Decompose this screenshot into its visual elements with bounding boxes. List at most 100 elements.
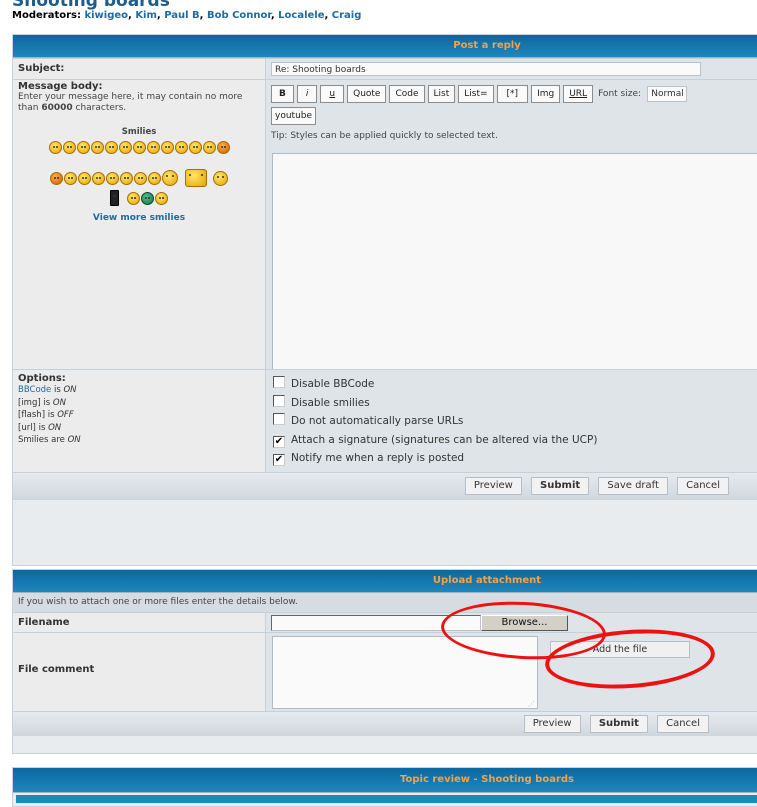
topic-review-title: Topic review - Shooting boards	[400, 774, 574, 785]
moderator-link[interactable]: Kim	[135, 10, 157, 21]
option-state: ON	[67, 435, 81, 445]
checkbox[interactable]: ✔	[273, 435, 285, 448]
checkbox-label[interactable]: Notify me when a reply is posted	[291, 452, 464, 464]
bbcode-toolbar: Bi u Quote Code List List= [*] Img URL Font size:…	[271, 85, 757, 103]
add-file-button[interactable]: Add the file	[550, 641, 690, 658]
checkbox[interactable]: ✔	[273, 454, 285, 466]
message-explain: Enter your message here, it may contain …	[18, 92, 243, 113]
smiley-icon[interactable]	[104, 141, 118, 154]
moderator-link[interactable]: Paul B	[164, 10, 199, 21]
smiley-icon[interactable]	[132, 141, 146, 154]
upload-attachment-header: Upload attachment	[13, 570, 757, 593]
smiley-icon[interactable]	[148, 171, 161, 185]
smiley-icon[interactable]	[134, 171, 147, 185]
smiley-icon[interactable]	[92, 171, 105, 185]
options-label: Options:	[18, 373, 66, 384]
checkbox-label[interactable]: Disable smilies	[291, 397, 370, 409]
smiley-icon[interactable]	[109, 190, 119, 206]
font-size-select[interactable]: Normal	[647, 86, 688, 102]
option-name: Smilies	[18, 435, 49, 445]
upload-buttons-bar: Preview Submit Cancel	[13, 711, 757, 736]
checkbox-label[interactable]: Disable BBCode	[291, 378, 374, 390]
option-state: ON	[48, 422, 62, 433]
font-size-label: Font size:	[598, 89, 642, 99]
smiley-icon[interactable]	[188, 141, 202, 154]
smiley-icon[interactable]	[146, 141, 160, 154]
smiley-icon[interactable]	[155, 191, 169, 205]
upload-preview-button[interactable]: Preview	[523, 715, 581, 733]
moderator-link[interactable]: Bob Connor	[207, 10, 271, 21]
smiley-icon[interactable]	[216, 141, 230, 154]
save-draft-button[interactable]: Save draft	[598, 477, 668, 495]
smiley-icon[interactable]	[90, 141, 104, 154]
resize-grip-icon[interactable]: ⋰	[528, 700, 535, 708]
option-checkbox-row[interactable]: Do not automatically parse URLs	[273, 412, 757, 431]
message-limit: 60000	[41, 103, 73, 113]
filename-input[interactable]	[271, 615, 481, 631]
smiley-icon[interactable]	[118, 141, 132, 154]
checkbox[interactable]	[273, 376, 285, 388]
moderator-link[interactable]: kiwigeo	[84, 10, 128, 21]
smiley-icon[interactable]	[106, 171, 119, 185]
smiley-icon[interactable]	[162, 170, 178, 186]
option-checkbox-row[interactable]: Disable BBCode	[273, 375, 757, 394]
smiley-icon[interactable]	[127, 191, 141, 205]
upload-attachment-title: Upload attachment	[432, 575, 542, 586]
bbcode-listitem-button[interactable]: [*]	[496, 85, 529, 103]
smiley-icon[interactable]	[78, 171, 91, 185]
upload-attachment-panel: Upload attachment If you wish to attach …	[12, 569, 757, 754]
bbcode-list-button[interactable]: List	[427, 85, 456, 103]
topic-review-subheader	[16, 795, 757, 803]
bbcode-i-button[interactable]: i	[296, 85, 318, 103]
smiley-icon[interactable]	[184, 169, 207, 187]
cancel-button[interactable]: Cancel	[677, 477, 729, 495]
moderator-link[interactable]: Localele	[278, 10, 324, 21]
smiley-icon[interactable]	[174, 141, 188, 154]
smilies-panel: Smilies View more smilies	[18, 127, 260, 223]
smiley-icon[interactable]	[141, 191, 155, 205]
moderator-link[interactable]: Craig	[332, 10, 362, 21]
smiley-icon[interactable]	[202, 141, 216, 154]
smiley-icon[interactable]	[62, 141, 76, 154]
post-reply-buttons-bar: Preview Submit Save draft Cancel	[13, 472, 757, 500]
message-label: Message body:	[18, 81, 103, 92]
option-checkbox-row[interactable]: ✔ Notify me when a reply is posted	[273, 449, 757, 468]
smiley-icon[interactable]	[160, 141, 174, 154]
smiley-icon[interactable]	[76, 141, 90, 154]
checkbox-label[interactable]: Attach a signature (signatures can be al…	[291, 434, 597, 446]
upload-cancel-button[interactable]: Cancel	[657, 715, 709, 733]
smiley-icon[interactable]	[48, 141, 62, 154]
bbcode-b-button[interactable]: B	[271, 85, 294, 103]
browse-button[interactable]: Browse...	[481, 615, 568, 631]
bbcode-quote-button[interactable]: Quote	[347, 85, 387, 103]
preview-button[interactable]: Preview	[464, 477, 522, 495]
checkbox[interactable]	[273, 413, 285, 425]
upload-intro: If you wish to attach one or more files …	[13, 593, 757, 612]
upload-submit-button[interactable]: Submit	[589, 715, 648, 733]
smiley-icon[interactable]	[64, 171, 77, 185]
option-status: Smilies are ON	[18, 435, 81, 445]
file-comment-textarea[interactable]: ⋰	[272, 636, 538, 709]
bbcode-url-button[interactable]: URL	[563, 85, 594, 103]
youtube-button[interactable]: youtube	[271, 107, 317, 125]
options-checkbox-list: Disable BBCode Disable smilies Do not auto…	[273, 375, 757, 468]
smiley-icon[interactable]	[120, 171, 133, 185]
bbcode-u-button[interactable]: u	[320, 85, 345, 103]
smiley-icon[interactable]	[50, 171, 63, 185]
option-name: [flash]	[18, 410, 46, 420]
bbcode-img-button[interactable]: Img	[531, 85, 561, 103]
view-more-smilies-link[interactable]: View more smilies	[93, 213, 185, 223]
submit-button[interactable]: Submit	[531, 477, 590, 495]
checkbox[interactable]	[273, 394, 285, 407]
smiley-icon[interactable]	[213, 170, 228, 186]
option-checkbox-row[interactable]: ✔ Attach a signature (signatures can be a…	[273, 431, 757, 450]
bbcode-list-button[interactable]: List=	[458, 85, 494, 103]
bbcode-code-button[interactable]: Code	[389, 85, 425, 103]
subject-input[interactable]: Re: Shooting boards	[271, 62, 701, 76]
option-checkbox-row[interactable]: Disable smilies	[273, 394, 757, 413]
checkbox-label[interactable]: Do not automatically parse URLs	[291, 415, 463, 427]
option-status: BBCode is ON	[18, 385, 77, 395]
bbcode-help-link[interactable]: BBCode	[18, 385, 51, 395]
file-comment-row: File comment ⋰ Add the file	[13, 632, 757, 711]
option-state: ON	[63, 385, 77, 395]
